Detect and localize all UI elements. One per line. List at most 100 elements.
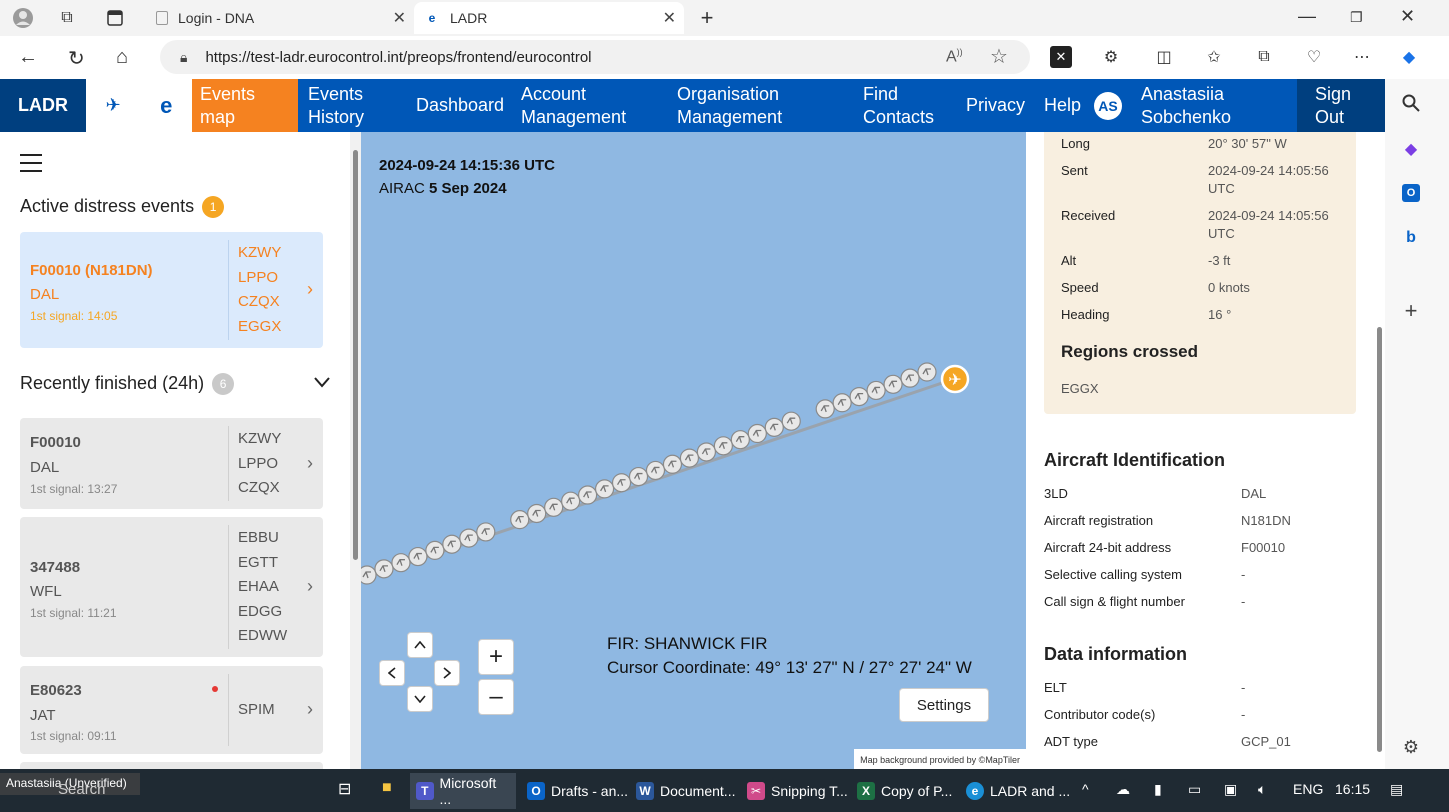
finished-event-card[interactable]: F00010 DAL 1st signal: 13:27 KZWY LPPO C… [20,418,323,509]
taskbar-app[interactable]: X Copy of P... [851,773,958,809]
chevron-right-icon[interactable]: › [307,576,313,597]
track-point-icon[interactable] [391,553,411,573]
pan-down-button[interactable] [407,686,433,712]
nav-privacy[interactable]: Privacy [958,79,1033,132]
new-tab-icon[interactable]: + [696,5,718,30]
search-icon[interactable] [1399,91,1423,115]
ladr-logo[interactable]: LADR [0,79,86,132]
sign-out-button[interactable]: Sign Out [1297,79,1385,132]
add-sidebar-icon[interactable]: + [1399,298,1423,323]
track-point-icon[interactable] [781,411,801,431]
close-window-icon[interactable]: ✕ [1400,6,1415,27]
track-point-icon[interactable] [628,466,649,487]
track-point-icon[interactable] [459,528,479,548]
bing-icon[interactable]: b [1399,226,1423,250]
minimize-icon[interactable]: — [1298,6,1316,27]
track-point-icon[interactable] [442,534,462,554]
track-point-icon[interactable] [645,460,666,481]
outlook-icon[interactable]: O [1399,181,1423,205]
extensions-icon[interactable]: ⚙ [1100,46,1122,68]
nav-organisation-management[interactable]: Organisation Management [669,79,799,132]
track-point-icon[interactable] [594,479,615,499]
track-point-icon[interactable] [425,540,445,560]
pan-up-button[interactable] [407,632,433,658]
x-extension-icon[interactable]: ✕ [1050,46,1072,68]
zoom-in-button[interactable]: + [478,639,514,675]
taskbar-app[interactable]: ✂ Snipping T... [741,773,854,809]
track-point-icon[interactable] [747,423,767,444]
current-aircraft-icon[interactable]: ✈ [940,364,970,394]
gear-icon[interactable]: ⚙ [1399,735,1423,759]
scroll-thumb[interactable] [1377,327,1382,752]
track-point-icon[interactable] [849,387,869,407]
taskbar-app[interactable]: O Drafts - an... [521,773,634,809]
taskbar-app[interactable]: T Microsoft ... [410,773,516,809]
profile-icon[interactable] [12,7,34,29]
pan-left-button[interactable] [379,660,405,686]
copilot-sidebar-icon[interactable]: ◆ [1399,137,1423,161]
taskbar-app[interactable]: W Document... [630,773,741,809]
nav-events-history[interactable]: Events History [300,79,390,132]
track-point-icon[interactable] [476,522,496,542]
refresh-icon[interactable]: ↻ [68,46,85,71]
track-point-icon[interactable] [679,448,700,468]
nav-events-map[interactable]: Events map [192,79,298,132]
finished-event-card[interactable] [20,762,323,769]
zoom-out-button[interactable]: – [478,679,514,715]
chevron-up-icon[interactable]: ^ [1082,781,1089,797]
events-map[interactable]: ✈ 2024-09-24 14:15:36 UTC AIRAC 5 Sep 20… [361,132,1026,769]
back-icon[interactable]: ← [18,46,38,69]
tab-login-dna[interactable]: Login - DNA ✕ [146,2,414,34]
home-icon[interactable]: ⌂ [116,46,128,69]
track-point-icon[interactable] [374,559,394,579]
copilot-icon[interactable]: ◆ [1398,46,1420,68]
scroll-thumb[interactable] [353,150,358,560]
close-tab-icon[interactable]: ✕ [393,8,406,28]
track-point-icon[interactable] [510,510,530,530]
chevron-down-icon[interactable] [314,372,330,393]
favorites-icon[interactable]: ✩ [1203,46,1225,68]
task-view-icon[interactable]: ⊟ [338,779,351,799]
active-event-card[interactable]: F00010 (N181DN) DAL 1st signal: 14:05 KZ… [20,232,323,348]
track-point-icon[interactable] [527,503,547,524]
more-menu-icon[interactable]: ⋯ [1351,46,1373,68]
track-point-icon[interactable] [764,417,784,437]
menu-icon[interactable] [20,154,42,178]
tab-actions-icon[interactable] [104,7,126,29]
lock-icon[interactable]: 🔒︎ [180,49,187,66]
track-point-icon[interactable] [866,380,886,401]
close-tab-icon[interactable]: ✕ [663,8,676,28]
nav-dashboard[interactable]: Dashboard [408,79,512,132]
restore-icon[interactable]: ❐ [1350,9,1363,26]
track-point-icon[interactable] [544,497,564,517]
track-point-icon[interactable] [696,442,716,462]
nav-account-management[interactable]: Account Management [513,79,653,132]
track-point-icon[interactable] [611,473,632,493]
read-aloud-icon[interactable]: A)) [946,47,963,66]
favorite-star-icon[interactable]: ☆ [990,44,1008,69]
nav-help[interactable]: Help [1036,79,1089,132]
track-point-icon[interactable] [730,430,750,450]
split-screen-icon[interactable]: ◫ [1153,46,1175,68]
track-point-icon[interactable] [713,436,733,456]
battery-icon[interactable]: ▭ [1188,781,1201,798]
clock[interactable]: 16:15 [1335,781,1370,797]
pan-right-button[interactable] [434,660,460,686]
nav-find-contacts[interactable]: Find Contacts [855,79,945,132]
track-point-icon[interactable] [900,368,920,388]
user-name[interactable]: Anastasiia Sobchenko [1133,79,1263,132]
file-explorer-icon[interactable]: ■ [382,779,392,797]
track-point-icon[interactable] [883,374,903,394]
track-point-icon[interactable] [662,454,683,474]
url-field[interactable]: 🔒︎ https://test-ladr.eurocontrol.int/pre… [160,40,1030,74]
taskbar-app[interactable]: e LADR and ... [960,773,1076,809]
track-point-icon[interactable] [561,491,581,511]
volume-icon[interactable]: 🔈︎ [1258,781,1266,798]
language-indicator[interactable]: ENG [1293,781,1323,797]
track-point-icon[interactable] [361,565,377,585]
search-box[interactable]: Search [58,781,106,798]
tab-ladr[interactable]: e LADR ✕ [414,2,684,34]
chevron-right-icon[interactable]: › [307,699,313,720]
track-point-icon[interactable] [578,485,598,505]
track-point-icon[interactable] [832,393,852,413]
